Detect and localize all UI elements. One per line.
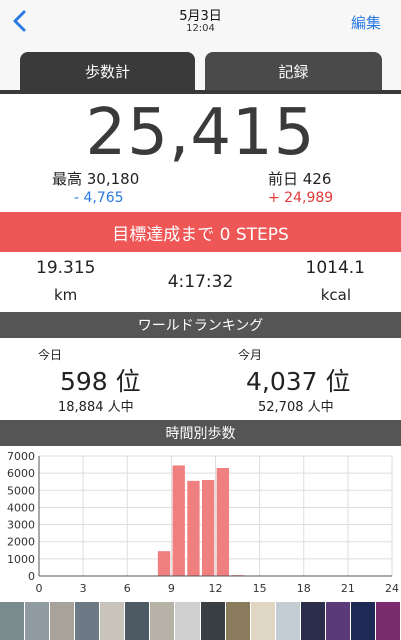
tab-bar: 歩数計 記録 xyxy=(0,44,401,92)
x-tick-label: 15 xyxy=(253,582,267,595)
x-tick-label: 24 xyxy=(385,582,399,595)
nav-time: 12:04 xyxy=(186,23,215,34)
month-label: 今月 xyxy=(238,348,263,362)
tab-pedometer[interactable]: 歩数計 xyxy=(20,52,195,90)
y-tick-label: 7000 xyxy=(7,450,35,463)
photo-thumbnail[interactable] xyxy=(175,602,201,640)
previous-day: 前日 426 xyxy=(268,170,332,188)
today-label: 今日 xyxy=(38,348,63,362)
photo-thumbnail[interactable] xyxy=(0,602,26,640)
edit-button[interactable]: 編集 xyxy=(351,12,381,33)
x-tick-label: 18 xyxy=(297,582,311,595)
month-rank: 4,037 位 xyxy=(246,367,351,396)
today-total: 18,884 人中 xyxy=(58,400,134,415)
y-tick-label: 3000 xyxy=(7,519,35,532)
photo-thumbnail[interactable] xyxy=(325,602,351,640)
calories-unit: kcal xyxy=(320,286,351,304)
goal-banner: 目標達成まで 0 STEPS xyxy=(0,212,401,252)
photo-thumbnail[interactable] xyxy=(275,602,301,640)
y-tick-label: 5000 xyxy=(7,484,35,497)
today-rank: 598 位 xyxy=(60,367,141,396)
x-tick-label: 12 xyxy=(209,582,223,595)
nav-bar: 5月3日 12:04 編集 xyxy=(0,0,401,44)
y-tick-label: 1000 xyxy=(7,553,35,566)
photo-thumbnail[interactable] xyxy=(150,602,176,640)
hour-bar xyxy=(201,480,215,576)
hour-bar xyxy=(187,480,200,576)
photo-thumbnail[interactable] xyxy=(100,602,126,640)
photo-thumbnail[interactable] xyxy=(250,602,276,640)
photo-thumbnail[interactable] xyxy=(300,602,326,640)
x-tick-label: 3 xyxy=(80,582,87,595)
calories-value: 1014.1 xyxy=(305,258,365,278)
x-tick-label: 9 xyxy=(168,582,175,595)
y-tick-label: 0 xyxy=(28,570,35,583)
hour-bar xyxy=(157,551,171,576)
photo-thumbnail[interactable] xyxy=(25,602,51,640)
x-tick-label: 21 xyxy=(341,582,355,595)
photo-thumbnail[interactable] xyxy=(50,602,76,640)
y-tick-label: 4000 xyxy=(7,501,35,514)
x-tick-label: 6 xyxy=(124,582,131,595)
hour-bar xyxy=(216,468,230,576)
previous-diff: + 24,989 xyxy=(268,190,334,206)
nav-date: 5月3日 xyxy=(179,9,222,24)
world-ranking-header: ワールドランキング xyxy=(0,312,401,338)
tab-records[interactable]: 記録 xyxy=(205,52,382,90)
x-tick-label: 0 xyxy=(36,582,43,595)
best-record: 最高 30,180 xyxy=(52,170,140,188)
hourly-steps-chart: 0 1000 2000 3000 4000 5000 6000 7000 0 3 6 9 12 15 18 2… xyxy=(7,450,399,595)
hourly-steps-header: 時間別歩数 xyxy=(0,420,401,446)
photo-thumbnail[interactable] xyxy=(225,602,251,640)
photo-thumbnail[interactable] xyxy=(75,602,101,640)
photo-thumbnail[interactable] xyxy=(125,602,151,640)
hour-bar xyxy=(172,465,185,576)
y-tick-label: 2000 xyxy=(7,536,35,549)
step-count: 25,415 xyxy=(85,96,316,170)
month-total: 52,708 人中 xyxy=(258,400,334,415)
tab-divider xyxy=(0,90,401,94)
photo-thumbnail[interactable] xyxy=(200,602,226,640)
best-diff: - 4,765 xyxy=(74,190,124,206)
photo-thumbnail[interactable] xyxy=(350,602,376,640)
photo-thumbnail[interactable] xyxy=(375,602,401,640)
y-tick-label: 6000 xyxy=(7,467,35,480)
photo-strip xyxy=(0,602,401,640)
